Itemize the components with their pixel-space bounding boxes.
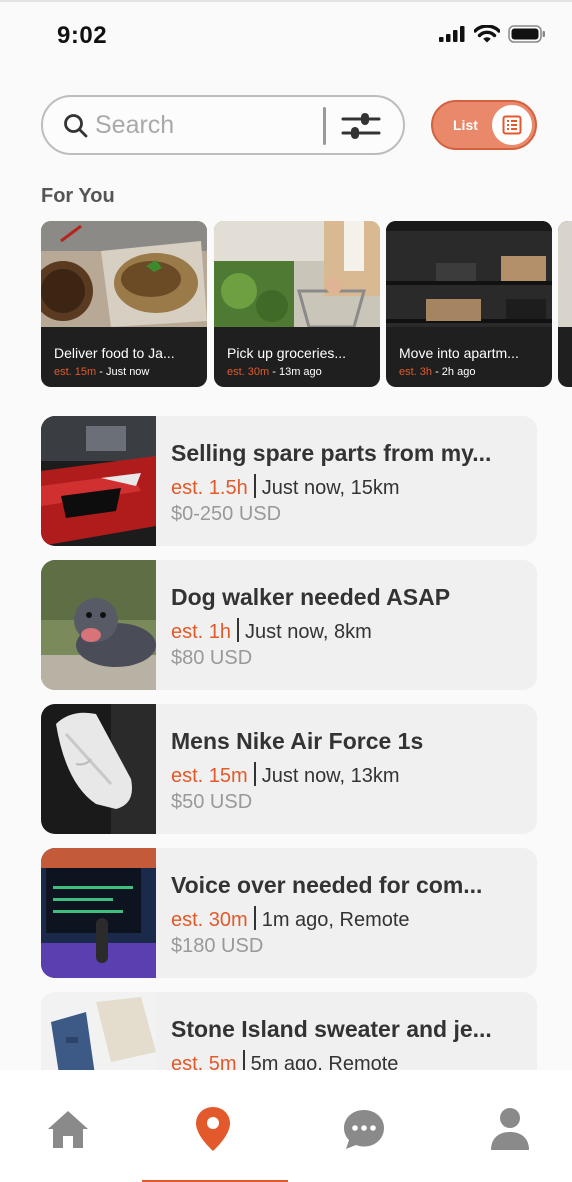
view-toggle[interactable]: List [431, 100, 537, 150]
listing-item[interactable]: Mens Nike Air Force 1s est. 15m Just now,… [41, 704, 537, 834]
listing-meta: est. 15m Just now, 13km [171, 762, 400, 788]
wifi-icon [474, 25, 500, 43]
bottom-nav [0, 1070, 572, 1182]
nav-home[interactable] [43, 1104, 93, 1154]
list-icon [502, 115, 522, 135]
card-title: Move into apartm... [399, 345, 519, 361]
listing-title: Stone Island sweater and je... [171, 1016, 492, 1042]
filter-icon[interactable] [341, 110, 383, 142]
car-parts-thumbnail [41, 416, 156, 546]
listing-price: $0-250 USD [171, 503, 282, 525]
signal-icon [439, 26, 465, 42]
listing-meta: est. 1.5h Just now, 15km [171, 474, 400, 500]
home-icon [48, 1111, 88, 1148]
food-image [41, 221, 207, 327]
map-pin-icon [196, 1107, 230, 1151]
listing-title: Dog walker needed ASAP [171, 584, 451, 610]
listing-title: Voice over needed for com... [171, 872, 483, 898]
listing-meta: est. 1h Just now, 8km [171, 618, 372, 644]
sneaker-thumbnail [41, 704, 156, 834]
status-icons [439, 25, 546, 43]
profile-icon [491, 1108, 529, 1150]
for-you-card[interactable]: Pick up groceries... est. 30m - 13m ago [214, 221, 380, 387]
for-you-card[interactable]: Move into apartm... est. 3h - 2h ago [386, 221, 552, 387]
listing-title: Selling spare parts from my... [171, 440, 492, 466]
listing-price: $50 USD [171, 791, 253, 813]
card-title: Deliver food to Ja... [54, 345, 175, 361]
listing-item[interactable]: Voice over needed for com... est. 30m 1m … [41, 848, 537, 978]
for-you-card[interactable]: Deliver food to Ja... est. 15m - Just no… [41, 221, 207, 387]
listing-item[interactable]: Selling spare parts from my... est. 1.5h… [41, 416, 537, 546]
for-you-card-partial[interactable] [558, 221, 572, 387]
listing-price: $80 USD [171, 647, 253, 669]
studio-thumbnail [41, 848, 156, 978]
search-bar [41, 95, 405, 155]
card-title: Pick up groceries... [227, 345, 347, 361]
status-time: 9:02 [57, 22, 108, 49]
listing-price: $180 USD [171, 935, 264, 957]
listing-item[interactable]: Dog walker needed ASAP est. 1h Just now, … [41, 560, 537, 690]
groceries-image [214, 221, 380, 327]
card-meta: est. 3h - 2h ago [399, 366, 476, 378]
dog-thumbnail [41, 560, 156, 690]
listing-title: Mens Nike Air Force 1s [171, 728, 424, 754]
chat-icon [344, 1110, 384, 1149]
battery-icon [508, 25, 545, 43]
view-toggle-knob [492, 105, 532, 145]
search-icon [64, 114, 88, 138]
for-you-title: For You [41, 185, 115, 207]
listing-meta: est. 30m 1m ago, Remote [171, 906, 410, 932]
nav-map[interactable] [188, 1104, 238, 1154]
search-divider [323, 107, 326, 145]
nav-chat[interactable] [339, 1104, 389, 1154]
card-meta: est. 15m - Just now [54, 366, 150, 378]
nav-profile[interactable] [485, 1104, 535, 1154]
search-input[interactable] [95, 109, 310, 141]
card-meta: est. 30m - 13m ago [227, 366, 322, 378]
moving-image [386, 221, 552, 327]
view-toggle-label: List [453, 117, 478, 133]
top-border [0, 0, 572, 2]
